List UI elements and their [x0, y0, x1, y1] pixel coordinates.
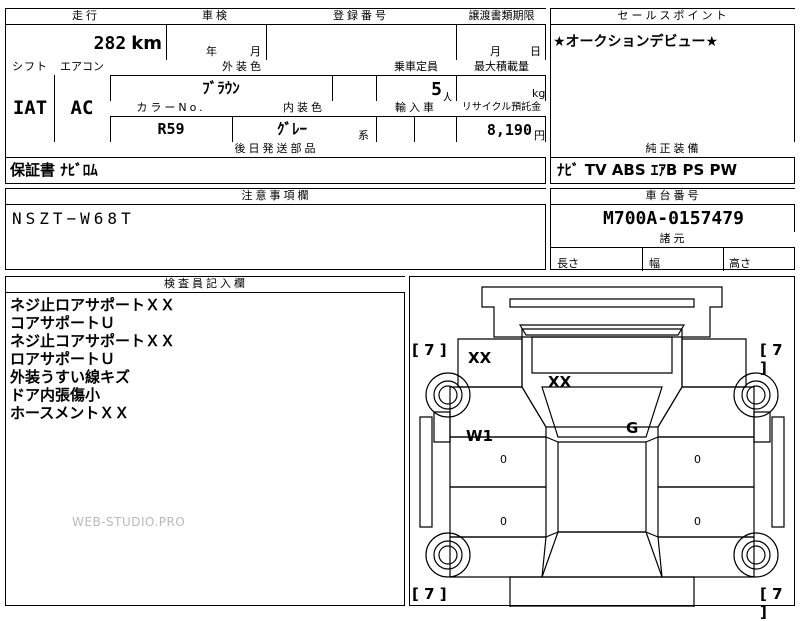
- inspection-month: 月: [250, 45, 261, 58]
- load-unit: kg: [532, 87, 546, 100]
- shift-value: IAT: [12, 97, 48, 119]
- equipment-text: ﾅﾋﾞ TV ABS ｴｱB PS PW: [557, 161, 738, 179]
- inspector-line: ネジ止ロアサポートＸＸ: [10, 296, 176, 314]
- inspector-line: ホースメントＸＸ: [10, 404, 130, 422]
- dimension-length: 長さ: [557, 257, 579, 270]
- aircon-header: エアコン: [54, 60, 110, 75]
- interior-color-value: ｸﾞﾚｰ: [276, 120, 307, 138]
- mark-roof: G: [626, 419, 639, 437]
- recycle-header: リサイクル預託金: [456, 101, 547, 116]
- interior-color-suffix: 系: [358, 129, 369, 142]
- exterior-color-header: 外装色: [110, 60, 376, 75]
- mileage-number: 282: [93, 33, 127, 54]
- car-diagram-box: [ 7 ] [ 7 ] [ 7 ] [ 7 ] XX XX W1 G 0 0 0…: [409, 276, 795, 621]
- mileage-value: 282 km: [6, 24, 166, 60]
- mark-front-left: XX: [468, 349, 492, 367]
- vehicle-info-table: 走行 車検 登録番号 譲渡書類期限 282 km 年 月 月 日 シフト エアコ…: [5, 8, 547, 184]
- inspector-line: 外装うすい線キズ: [10, 368, 131, 386]
- max-load-header: 最大積載量: [456, 60, 547, 75]
- door-mark: 0: [694, 515, 701, 528]
- import-header: 輸入車: [376, 101, 456, 116]
- door-mark: 0: [500, 453, 507, 466]
- chassis-number: M700A-0157479: [603, 208, 744, 229]
- tire-label-front-left: [ 7 ]: [412, 341, 447, 359]
- exterior-color-value: ﾌﾞﾗｳﾝ: [202, 79, 240, 97]
- later-parts-header: 後日発送部品: [6, 142, 547, 157]
- sales-point-box: セールスポイント ★オークションデビュー★ 純正装備 ﾅﾋﾞ TV ABS ｴｱ…: [550, 8, 796, 184]
- equipment-header: 純正装備: [551, 142, 796, 157]
- color-no-value: R59: [157, 120, 185, 138]
- inspector-header: 検査員記入欄: [6, 277, 406, 292]
- chassis-box: 車台番号 M700A-0157479 諸元 長さ 幅 高さ: [550, 188, 796, 271]
- inspector-box: 検査員記入欄 ネジ止ロアサポートＸＸ コアサポートＵ ネジ止コアサポートＸＸ ロ…: [5, 276, 406, 606]
- mileage-header: 走行: [6, 9, 166, 24]
- aircon-value: AC: [70, 97, 94, 119]
- inspector-line: ドア内張傷小: [10, 386, 101, 404]
- recycle-value: 8,190: [486, 121, 532, 139]
- shift-header: シフト: [6, 60, 54, 75]
- notes-box: 注意事項欄 NSZT−W68T: [5, 188, 547, 270]
- capacity-header: 乗車定員: [376, 60, 456, 75]
- notes-text: NSZT−W68T: [12, 209, 135, 228]
- recycle-unit: 円: [534, 129, 545, 142]
- transfer-day: 日: [530, 45, 541, 58]
- door-mark: 0: [500, 515, 507, 528]
- inspector-lines: ネジ止ロアサポートＸＸ コアサポートＵ ネジ止コアサポートＸＸ ロアサポートＵ …: [10, 296, 175, 422]
- tire-label-rear-left: [ 7 ]: [412, 585, 447, 603]
- mark-hood: XX: [548, 373, 572, 391]
- transfer-month: 月: [490, 45, 501, 58]
- notes-header: 注意事項欄: [6, 189, 547, 204]
- interior-color-header: 内装色: [232, 101, 376, 116]
- tire-label-front-right: [ 7 ]: [760, 341, 783, 377]
- watermark: WEB-STUDIO.PRO: [72, 515, 186, 529]
- transfer-deadline-header: 譲渡書類期限: [456, 9, 547, 24]
- chassis-header: 車台番号: [551, 189, 796, 204]
- sales-point-text: ★オークションデビュー★: [553, 34, 719, 50]
- door-mark: 0: [694, 453, 701, 466]
- dimension-height: 高さ: [729, 257, 751, 270]
- mileage-unit: km: [131, 33, 162, 54]
- later-parts-value: 保証書 ﾅﾋﾞﾛﾑ: [10, 161, 98, 179]
- inspection-header: 車検: [166, 9, 266, 24]
- mark-left-door: W1: [466, 427, 493, 445]
- sales-point-header: セールスポイント: [551, 9, 796, 24]
- inspection-year: 年: [206, 45, 217, 58]
- inspector-line: コアサポートＵ: [10, 314, 116, 332]
- inspector-line: ロアサポートＵ: [10, 350, 116, 368]
- registration-header: 登録番号: [266, 9, 456, 24]
- dimension-width: 幅: [649, 257, 660, 270]
- inspector-line: ネジ止コアサポートＸＸ: [10, 332, 176, 350]
- dimensions-header: 諸元: [551, 232, 796, 247]
- color-no-header: カラーNo.: [110, 101, 232, 116]
- capacity-number: 5: [431, 79, 442, 100]
- tire-label-rear-right: [ 7 ]: [760, 585, 783, 621]
